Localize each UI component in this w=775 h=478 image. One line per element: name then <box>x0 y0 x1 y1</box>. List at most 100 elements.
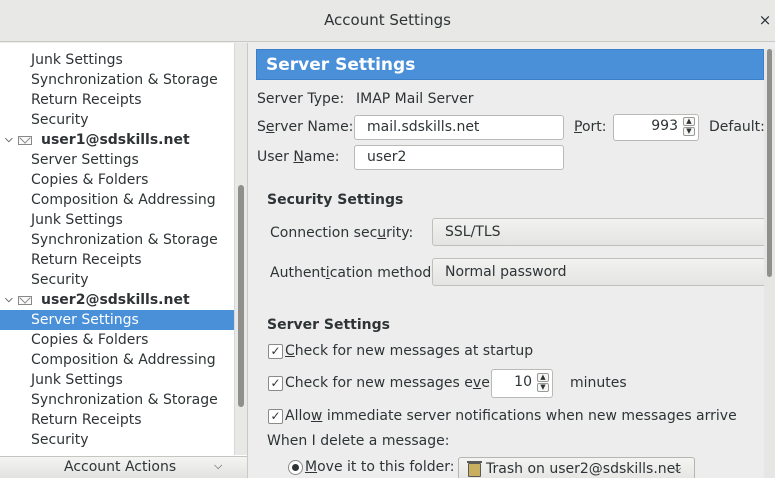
sidebar-item-label: Junk Settings <box>31 52 123 68</box>
page-title-text: Server Settings <box>266 55 416 75</box>
close-icon[interactable]: × <box>758 12 772 28</box>
account-tree[interactable]: Junk Settings Synchronization & Storage Re… <box>0 43 234 455</box>
check-startup-checkbox[interactable]: ✓ <box>268 344 283 359</box>
port-value: 993 <box>651 118 678 134</box>
account-node-label: user1@sdskills.net <box>41 132 190 148</box>
server-settings-heading: Server Settings <box>267 317 390 333</box>
decrement-icon[interactable]: ▼ <box>537 383 549 392</box>
expand-chevron-icon[interactable]: ⌵ <box>5 130 13 150</box>
allow-notifications-checkbox[interactable]: ✓ <box>268 409 283 424</box>
sidebar-item[interactable]: Junk Settings <box>0 370 234 390</box>
sidebar-item[interactable]: Copies & Folders <box>0 170 234 190</box>
connection-security-label-accesskey: u <box>377 225 387 241</box>
sidebar-item[interactable]: Synchronization & Storage <box>0 70 234 90</box>
sidebar-item-label: Return Receipts <box>31 252 142 268</box>
delete-message-label: When I delete a message: <box>267 433 450 449</box>
sidebar-item-label: Synchronization & Storage <box>31 232 218 248</box>
move-to-folder-rest: ove it to this folder: <box>317 459 455 475</box>
sidebar-item[interactable]: Composition & Addressing <box>0 190 234 210</box>
check-startup-label: Check for new messages at startup <box>285 343 533 359</box>
sidebar-item-label: Server Settings <box>31 312 139 328</box>
user-name-label-accesskey: N <box>293 149 304 165</box>
sidebar-item-selected[interactable]: Server Settings <box>0 310 234 330</box>
sidebar-item[interactable]: Security <box>0 270 234 290</box>
server-type-value: IMAP Mail Server <box>356 91 474 107</box>
expand-chevron-icon[interactable]: ⌵ <box>5 290 13 310</box>
sidebar-item[interactable]: Security <box>0 110 234 130</box>
sidebar-item-label: Copies & Folders <box>31 332 149 348</box>
allow-notify-part: Allo <box>285 408 311 424</box>
sidebar-item-label: Junk Settings <box>31 372 123 388</box>
connection-security-label-rest: rity: <box>386 225 414 241</box>
sidebar-item[interactable]: Security <box>0 430 234 450</box>
check-interval-arrows: ▲ ▼ <box>537 373 550 392</box>
decrement-icon[interactable]: ▼ <box>683 127 695 136</box>
sidebar-item-label: Composition & Addressing <box>31 352 216 368</box>
sidebar-item-label: Server Settings <box>31 152 139 168</box>
sidebar-item[interactable]: Composition & Addressing <box>0 350 234 370</box>
allow-notifications-label: Allow immediate server notifications whe… <box>285 408 737 424</box>
chevron-down-icon: ⌵ <box>214 459 223 472</box>
sidebar-item[interactable]: Server Settings <box>0 150 234 170</box>
sidebar-scrollbar[interactable] <box>234 43 247 455</box>
sidebar-item-label: Security <box>31 272 89 288</box>
sidebar-scrollbar-thumb[interactable] <box>238 185 244 407</box>
minutes-label: minutes <box>570 375 627 391</box>
server-name-label: Server Name: <box>257 119 353 135</box>
connection-security-label: Connection security: <box>270 225 413 241</box>
radio-selected-dot <box>292 464 299 471</box>
security-settings-heading: Security Settings <box>267 192 404 208</box>
port-label-accesskey: P <box>574 119 582 135</box>
move-to-folder-accesskey: M <box>305 459 318 475</box>
page-title: Server Settings <box>256 49 764 80</box>
account-node[interactable]: ⌵ user2@sdskills.net <box>0 290 234 310</box>
user-name-input[interactable]: user2 <box>354 145 564 170</box>
increment-icon[interactable]: ▲ <box>683 117 695 126</box>
settings-pane: Server Settings Server Type: IMAP Mail S… <box>248 43 775 478</box>
connection-security-label-part: Connection sec <box>270 225 378 241</box>
sidebar-item[interactable]: Return Receipts <box>0 410 234 430</box>
trash-folder-label: Trash on user2@sdskills.net <box>486 461 681 477</box>
settings-scrollbar-thumb[interactable] <box>767 49 772 277</box>
trash-folder-picker[interactable]: Trash on user2@sdskills.net ⌵ <box>458 457 695 478</box>
port-stepper-arrows: ▲ ▼ <box>683 117 696 136</box>
settings-scrollbar[interactable] <box>764 49 775 478</box>
port-stepper[interactable]: 993 ▲ ▼ <box>613 114 699 141</box>
account-node[interactable]: ⌵ user1@sdskills.net <box>0 130 234 150</box>
connection-security-select[interactable]: SSL/TLS <box>432 218 772 246</box>
account-actions-label: Account Actions <box>64 459 177 475</box>
server-name-label-part: S <box>257 119 266 135</box>
user-name-label-rest: ame: <box>303 149 340 165</box>
auth-method-label-part: Authent <box>270 265 326 281</box>
check-interval-stepper[interactable]: 10 ▲ ▼ <box>491 369 553 398</box>
sidebar-item[interactable]: Junk Settings <box>0 50 234 70</box>
default-port-label: Default: <box>709 119 765 135</box>
allow-notify-rest: immediate server notifications when new … <box>322 408 737 424</box>
move-to-folder-radio[interactable] <box>288 460 303 475</box>
check-startup-rest: heck for new messages at startup <box>294 343 534 359</box>
server-name-label-rest: rver Name: <box>274 119 354 135</box>
sidebar-item-label: Synchronization & Storage <box>31 392 218 408</box>
trash-icon <box>467 461 482 477</box>
move-to-folder-label: Move it to this folder: <box>305 459 454 475</box>
check-every-checkbox[interactable]: ✓ <box>268 376 283 391</box>
check-every-label: Check for new messages every <box>285 375 504 391</box>
server-name-input[interactable]: mail.sdskills.net <box>354 115 564 140</box>
increment-icon[interactable]: ▲ <box>537 373 549 382</box>
sidebar-item[interactable]: Return Receipts <box>0 250 234 270</box>
sidebar-item-label: Return Receipts <box>31 412 142 428</box>
server-type-label: Server Type: <box>257 91 345 107</box>
account-actions-button[interactable]: Account Actions ⌵ <box>0 456 247 478</box>
mail-account-icon <box>18 136 32 145</box>
sidebar-item[interactable]: Synchronization & Storage <box>0 390 234 410</box>
authentication-method-label: Authentication method: <box>270 265 436 281</box>
sidebar-item[interactable]: Copies & Folders <box>0 330 234 350</box>
sidebar-item[interactable]: Return Receipts <box>0 90 234 110</box>
sidebar-item[interactable]: Synchronization & Storage <box>0 230 234 250</box>
title-bar: Account Settings × <box>0 0 775 42</box>
authentication-method-select[interactable]: Normal password <box>432 258 772 286</box>
sidebar-item[interactable]: Junk Settings <box>0 210 234 230</box>
sidebar-item-label: Copies & Folders <box>31 172 149 188</box>
check-interval-value: 10 <box>514 374 532 390</box>
check-every-part: Check for new messages e <box>285 375 473 391</box>
